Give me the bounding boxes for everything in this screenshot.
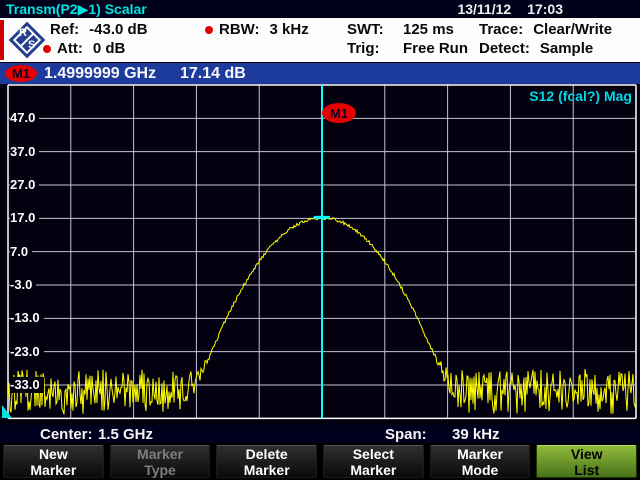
trace-mode-field: Trace: Clear/Write [479,21,612,38]
att-label: Att: [57,40,83,57]
trig-value: Free Run [403,40,468,57]
swt-field: SWT: 125 ms [347,21,454,38]
detector-field: Detect: Sample [479,40,593,57]
swt-value: 125 ms [403,21,454,38]
plot-canvas [0,84,640,425]
detect-value: Sample [540,40,593,57]
trace-mode-value: Clear/Write [533,21,612,38]
softkey-marker-mode[interactable]: MarkerMode [430,445,531,478]
center-freq-value: 1.5 GHz [98,426,153,443]
red-dot-icon [205,26,213,34]
marker-m1-flag[interactable]: M1 [322,103,356,123]
softkey-delete-marker[interactable]: DeleteMarker [216,445,317,478]
span-value: 39 kHz [452,426,500,443]
date-text: 13/11/12 [457,1,511,17]
logo-letter-s: S [28,39,35,51]
span-label: Span: [385,426,427,443]
ref-label: Ref: [50,21,79,38]
rbw-label: RBW: [219,21,260,38]
trig-label: Trig: [347,40,393,57]
swt-label: SWT: [347,21,393,38]
trace-math-label: S12 (fcal?) Mag [529,88,632,104]
y-axis-tick: -33.0 [10,377,44,393]
measurement-mode-title: Transm(P2▶1) Scalar [0,1,147,18]
datetime: 13/11/12 17:03 [457,1,563,17]
left-edge-stripe [0,20,4,60]
title-bar: Transm(P2▶1) Scalar 13/11/12 17:03 [0,0,640,18]
rohde-schwarz-logo-icon: R S [8,21,46,59]
time-text: 17:03 [527,1,563,17]
marker-m1-badge: M1 [5,65,37,82]
softkey-view-list[interactable]: ViewList [536,445,637,478]
y-axis-tick: -13.0 [10,310,44,326]
y-axis-tick: -23.0 [10,344,44,360]
red-dot-icon [43,45,51,53]
ref-value: -43.0 dB [89,21,147,38]
marker-readout-bar: M1 1.4999999 GHz 17.14 dB [0,62,640,85]
marker-frequency-readout: 1.4999999 GHz [44,65,156,83]
marker-peak-tick [314,216,330,219]
rbw-value: 3 kHz [270,21,309,38]
ref-level-field: Ref: -43.0 dB [50,21,148,38]
softkey-marker-type[interactable]: MarkerType [110,445,211,478]
att-field: Att: 0 dB [43,40,125,57]
softkey-new-marker[interactable]: NewMarker [3,445,104,478]
spectrum-plot: 47.0 37.0 27.0 17.0 7.0 -3.0 -13.0 -23.0… [0,84,640,425]
marker-level-readout: 17.14 dB [180,65,246,83]
att-value: 0 dB [93,40,126,57]
y-axis-tick: 47.0 [10,110,39,126]
rbw-field: RBW: 3 kHz [205,21,309,38]
logo-letter-r: R [19,27,27,39]
trigger-field: Trig: Free Run [347,40,468,57]
instrument-screen: Transm(P2▶1) Scalar 13/11/12 17:03 R S R… [0,0,640,480]
softkey-bar: NewMarker MarkerType DeleteMarker Select… [0,443,640,480]
softkey-select-marker[interactable]: SelectMarker [323,445,424,478]
frequency-footer-bar: Center: 1.5 GHz Span: 39 kHz [0,425,640,443]
y-axis-tick: 27.0 [10,177,39,193]
y-axis-tick: 37.0 [10,144,39,160]
trace-label-key: Trace: [479,21,523,38]
y-axis-tick: 17.0 [10,210,39,226]
center-freq-label: Center: [40,426,93,443]
y-axis-tick: 7.0 [10,244,32,260]
y-axis-tick: -3.0 [10,277,36,293]
settings-header: R S Ref: -43.0 dB RBW: 3 kHz SWT: 125 ms… [0,18,640,62]
detect-label: Detect: [479,40,530,57]
